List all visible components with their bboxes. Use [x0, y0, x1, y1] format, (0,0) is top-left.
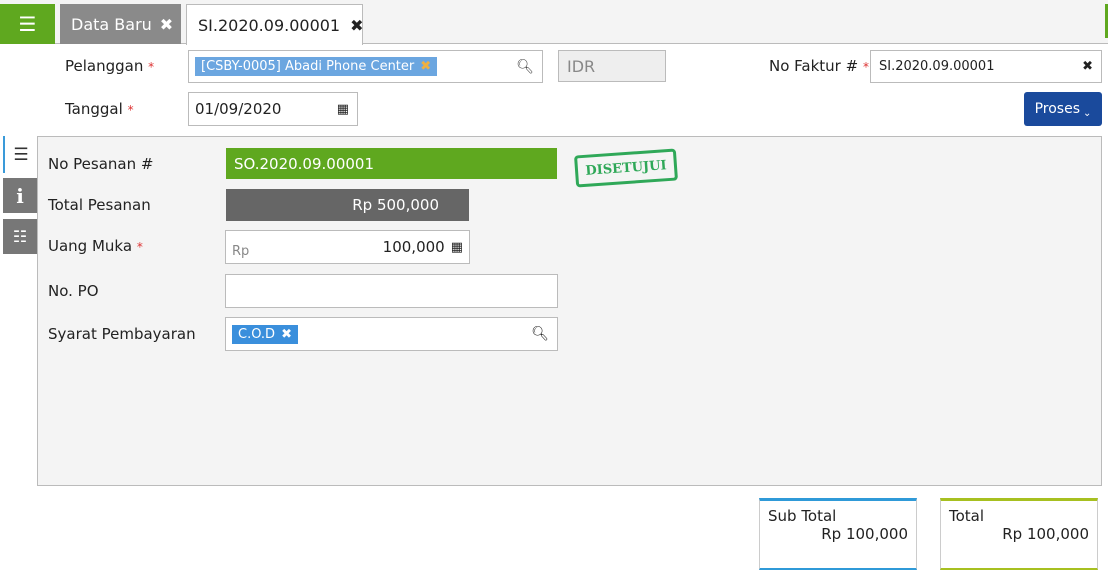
- syarat-label: Syarat Pembayaran: [48, 325, 196, 343]
- form-panel: [37, 136, 1102, 486]
- document-icon: ☰: [13, 144, 29, 165]
- tab-info[interactable]: i: [3, 178, 37, 213]
- syarat-input[interactable]: C.O.D ✖ 🔍︎: [225, 317, 558, 351]
- currency-prefix: Rp: [232, 243, 250, 259]
- tanggal-input[interactable]: 01/09/2020 ▦: [188, 92, 358, 126]
- checklist-icon: ☷: [12, 227, 28, 246]
- uang-muka-label: Uang Muka *: [48, 237, 143, 255]
- remove-icon[interactable]: ✖: [420, 59, 431, 74]
- no-po-label: No. PO: [48, 282, 99, 300]
- subtotal-value: Rp 100,000: [821, 525, 908, 543]
- tab-invoice[interactable]: SI.2020.09.00001 ✖: [186, 4, 364, 45]
- total-value: Rp 100,000: [1002, 525, 1089, 543]
- no-faktur-input[interactable]: SI.2020.09.00001 ✖: [870, 50, 1102, 83]
- pelanggan-chip: [CSBY-0005] Abadi Phone Center ✖: [195, 57, 438, 76]
- tab-label: SI.2020.09.00001: [198, 15, 341, 35]
- calendar-icon[interactable]: ▦: [337, 102, 349, 117]
- total-label: Total: [949, 507, 985, 525]
- close-icon[interactable]: ✖: [350, 16, 363, 35]
- subtotal-label: Sub Total: [768, 507, 837, 525]
- tab-data-baru[interactable]: Data Baru ✖: [60, 4, 181, 44]
- uang-muka-value: 100,000: [382, 238, 445, 256]
- subtotal-card: Sub Total Rp 100,000: [759, 498, 917, 570]
- close-icon[interactable]: ✖: [160, 15, 173, 34]
- no-pesanan-field[interactable]: SO.2020.09.00001: [226, 148, 557, 179]
- proses-button[interactable]: Proses ⌄: [1024, 92, 1102, 126]
- tab-form[interactable]: ☰: [3, 136, 37, 173]
- tab-checklist[interactable]: ☷: [3, 219, 37, 254]
- total-pesanan-label: Total Pesanan: [48, 196, 151, 214]
- uang-muka-input[interactable]: Rp 100,000 ▦: [225, 230, 470, 264]
- search-icon[interactable]: 🔍︎: [531, 326, 549, 342]
- total-card: Total Rp 100,000: [940, 498, 1098, 570]
- currency-field: IDR: [558, 50, 666, 82]
- pelanggan-label: Pelanggan *: [65, 57, 155, 75]
- menu-button[interactable]: ☰: [0, 4, 55, 44]
- syarat-chip: C.O.D ✖: [232, 324, 298, 344]
- tab-label: Data Baru: [71, 14, 152, 34]
- remove-icon[interactable]: ✖: [281, 327, 292, 342]
- clear-icon[interactable]: ✖: [1082, 59, 1093, 74]
- search-icon[interactable]: 🔍︎: [516, 59, 534, 75]
- tanggal-label: Tanggal *: [65, 100, 134, 118]
- calculator-icon[interactable]: ▦: [451, 240, 463, 255]
- total-pesanan-field: Rp 500,000: [226, 189, 469, 221]
- no-po-input[interactable]: [225, 274, 558, 308]
- no-pesanan-label: No Pesanan #: [48, 155, 154, 173]
- info-icon: i: [16, 183, 24, 208]
- pelanggan-input[interactable]: [CSBY-0005] Abadi Phone Center ✖ 🔍︎: [188, 50, 543, 83]
- chevron-down-icon: ⌄: [1083, 107, 1092, 119]
- no-faktur-label: No Faktur # *: [769, 57, 869, 75]
- list-icon: ☰: [18, 12, 37, 36]
